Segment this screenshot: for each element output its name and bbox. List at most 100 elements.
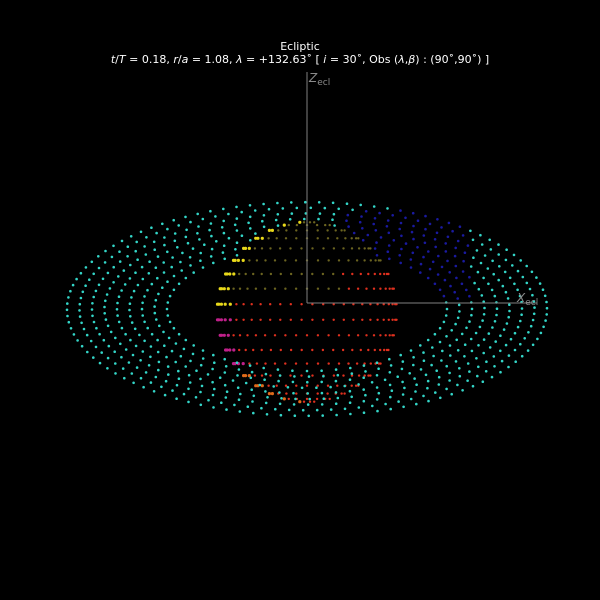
ring-particle [460, 282, 464, 286]
planet-particle [247, 246, 251, 250]
ring-particle [481, 319, 484, 322]
ring-particle [442, 320, 446, 324]
ring-particle [187, 400, 190, 404]
ring-particle [103, 261, 107, 264]
ring-particle [440, 226, 443, 229]
planet-particle [223, 318, 227, 322]
ring-particle [81, 290, 85, 294]
ring-particle [426, 276, 430, 280]
planet-particle [235, 303, 238, 306]
ring-particle [428, 267, 432, 271]
ring-particle [300, 386, 304, 390]
ring-particle [114, 362, 117, 365]
ring-particle [97, 266, 101, 270]
ring-particle [276, 213, 280, 216]
ring-particle [235, 254, 239, 257]
ring-particle [129, 315, 132, 318]
ring-particle [66, 314, 69, 318]
ring-particle [387, 244, 391, 247]
ring-particle [471, 238, 475, 242]
ring-particle [199, 377, 202, 381]
ring-particle [134, 271, 137, 275]
planet-particle [264, 362, 267, 365]
ring-particle [541, 288, 545, 292]
ring-particle [92, 295, 95, 299]
ring-particle [332, 212, 336, 216]
ring-particle [437, 254, 440, 258]
ring-particle [388, 383, 392, 387]
planet-particle [336, 237, 339, 240]
ring-particle [470, 307, 474, 311]
ring-particle [532, 312, 536, 316]
ring-particle [185, 228, 188, 232]
ring-particle [80, 321, 83, 325]
ring-particle [320, 403, 324, 406]
planet-particle [343, 392, 346, 395]
ring-particle [386, 219, 390, 222]
planet-particle [244, 272, 247, 276]
ring-particle [445, 307, 449, 311]
planet-particle [316, 229, 319, 232]
ring-particle [485, 360, 488, 364]
ring-particle [188, 255, 192, 259]
ring-particle [163, 236, 166, 239]
ring-particle [86, 350, 89, 354]
planet-particle [327, 334, 330, 337]
ring-particle [174, 360, 177, 364]
planet-particle [316, 259, 320, 262]
ring-particle [233, 223, 237, 227]
ring-particle [144, 253, 148, 256]
planet-particle [315, 223, 319, 227]
ring-particle [114, 372, 117, 375]
ring-particle [106, 324, 110, 328]
planet-particle [273, 334, 277, 337]
planet-particle [347, 287, 351, 290]
ring-particle [213, 387, 216, 391]
planet-particle [267, 384, 270, 387]
ring-particle [423, 241, 427, 245]
ring-particle [343, 384, 347, 388]
ring-particle [177, 224, 180, 227]
ring-particle [156, 255, 160, 258]
ring-particle [71, 283, 75, 287]
ring-particle [411, 211, 415, 215]
ring-particle [214, 215, 217, 218]
ring-particle [497, 278, 501, 282]
ring-particle [361, 238, 365, 242]
planet-particle [223, 302, 227, 306]
ring-particle [479, 261, 483, 265]
ring-particle [130, 321, 134, 324]
ring-particle [329, 385, 332, 389]
ring-particle [448, 371, 451, 375]
planet-particle [326, 384, 330, 387]
ring-particle [455, 338, 459, 342]
planet-particle [236, 258, 240, 262]
ring-particle [97, 254, 100, 258]
ring-particle [235, 217, 239, 220]
planet-particle [243, 246, 248, 250]
planet-particle [242, 303, 245, 306]
planet-particle [305, 334, 309, 337]
ring-particle [80, 344, 84, 348]
planet-particle [287, 223, 290, 227]
ring-particle [262, 225, 266, 229]
ring-particle [167, 336, 171, 340]
ring-particle [293, 414, 297, 418]
ring-particle [261, 219, 264, 223]
ring-particle [112, 281, 115, 284]
ring-front-particles [65, 307, 548, 418]
ring-particle [236, 374, 239, 377]
ring-particle [218, 376, 222, 380]
ring-particle [196, 212, 199, 216]
ring-particle [143, 320, 146, 324]
planet-particle [342, 318, 345, 321]
ring-particle [484, 370, 488, 373]
ring-particle [321, 414, 325, 417]
ring-particle [189, 264, 192, 267]
planet-particle [273, 362, 277, 365]
ring-particle [469, 337, 473, 341]
planet-particle [388, 287, 391, 290]
ring-particle [323, 206, 327, 210]
ring-particle [384, 402, 387, 406]
planet-particle [250, 303, 253, 306]
